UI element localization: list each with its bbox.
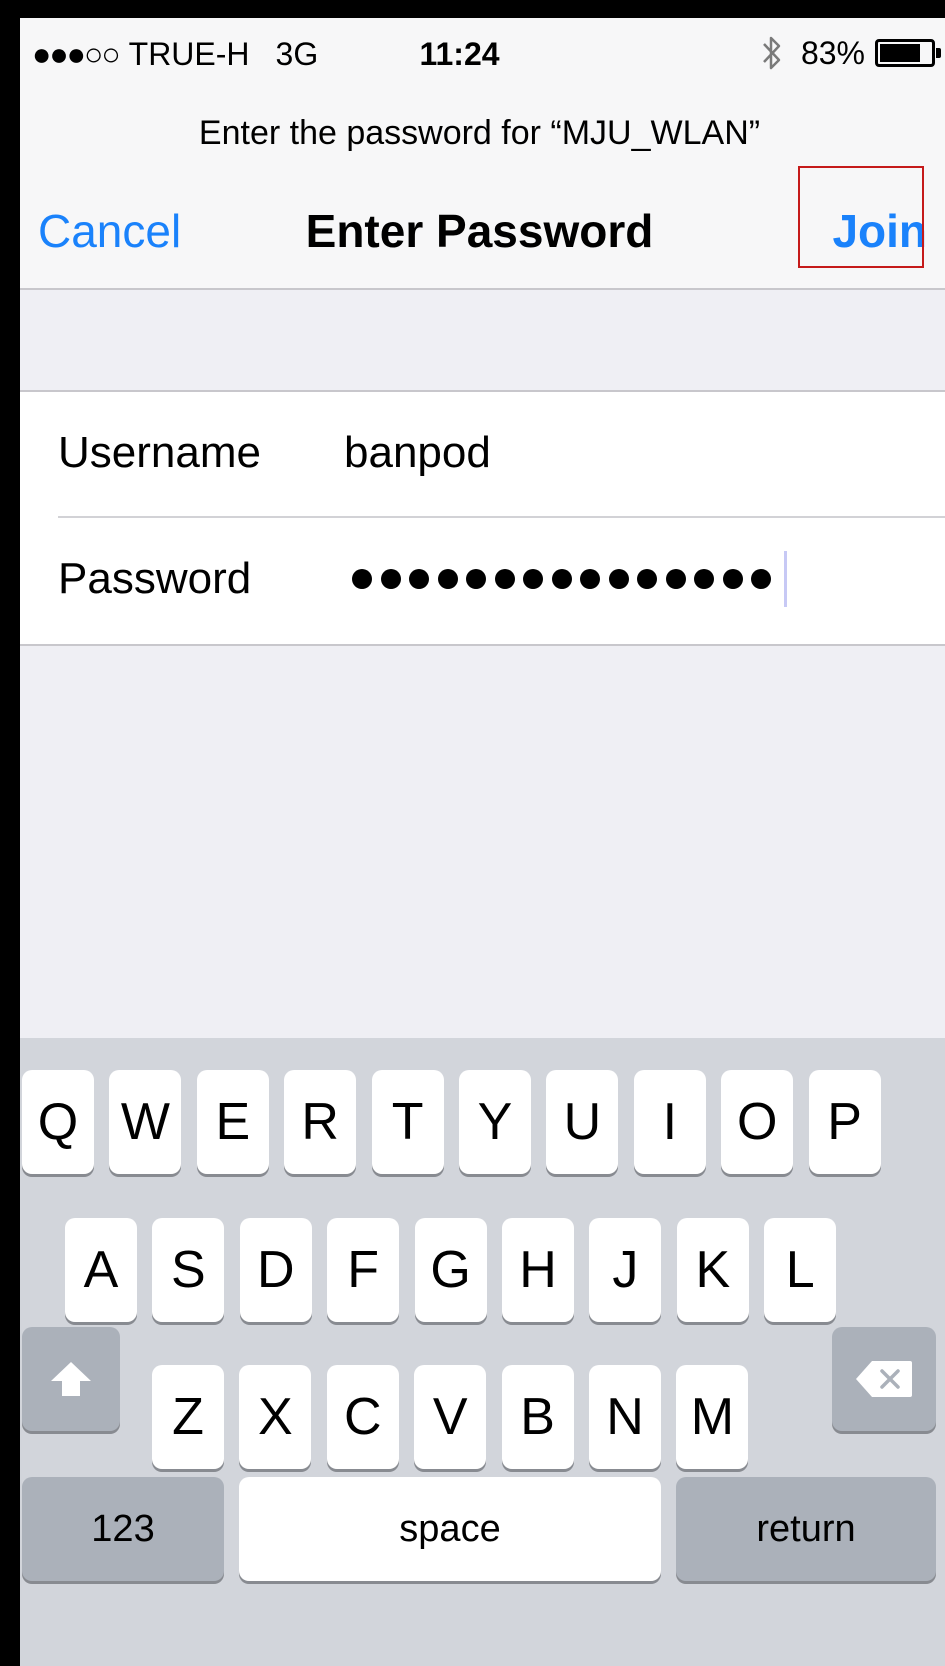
key-v[interactable]: V (414, 1365, 487, 1469)
numbers-key[interactable]: 123 (22, 1477, 224, 1581)
key-h[interactable]: H (502, 1218, 574, 1322)
battery-icon (875, 39, 941, 67)
key-u[interactable]: U (546, 1070, 619, 1174)
battery-percent: 83% (800, 34, 865, 71)
bluetooth-icon (763, 36, 781, 70)
password-mask-dot (551, 569, 572, 589)
status-right: 83% (761, 34, 941, 72)
key-j[interactable]: J (589, 1218, 662, 1322)
key-z[interactable]: Z (152, 1365, 224, 1469)
credentials-form: Username banpod Password (14, 390, 945, 646)
key-p[interactable]: P (808, 1070, 881, 1174)
key-k[interactable]: K (676, 1218, 749, 1322)
password-label: Password (58, 554, 252, 603)
key-l[interactable]: L (764, 1218, 837, 1322)
key-n[interactable]: N (589, 1365, 661, 1469)
key-r[interactable]: R (284, 1070, 357, 1174)
password-mask-dot (694, 569, 714, 589)
username-label: Username (58, 428, 261, 477)
join-highlight-box (798, 166, 924, 268)
key-a[interactable]: A (65, 1218, 137, 1322)
password-mask-dot (665, 569, 686, 589)
delete-key[interactable] (832, 1327, 936, 1431)
space-key[interactable]: space (239, 1477, 661, 1581)
top-bar: ●●●○○ TRUE-H 3G 11:24 83% Enter the passwo… (14, 12, 945, 290)
password-mask-dot (380, 569, 401, 589)
key-c[interactable]: C (326, 1365, 399, 1469)
network-prompt: Enter the password for “MJU_WLAN” (198, 114, 761, 152)
key-o[interactable]: O (721, 1070, 794, 1174)
key-d[interactable]: D (239, 1218, 312, 1322)
password-mask-dot (466, 569, 486, 589)
password-field[interactable] (352, 551, 787, 607)
password-row[interactable]: Password (14, 518, 945, 642)
battery-fill (880, 44, 921, 62)
key-s[interactable]: S (152, 1218, 225, 1322)
wifi-password-screen: ●●●○○ TRUE-H 3G 11:24 83% Enter the passwo… (14, 12, 945, 1666)
keyboard: 123 space return QWERTYUIOP ASDFGHJKL ZXCV… (14, 1038, 945, 1666)
key-m[interactable]: M (676, 1365, 749, 1469)
key-b[interactable]: B (501, 1365, 574, 1469)
key-y[interactable]: Y (459, 1070, 531, 1174)
text-caret (783, 551, 787, 607)
return-key[interactable]: return (676, 1477, 936, 1581)
key-e[interactable]: E (196, 1070, 269, 1174)
key-x[interactable]: X (239, 1365, 312, 1469)
key-g[interactable]: G (414, 1218, 487, 1322)
password-mask-dot (722, 569, 743, 589)
password-mask-dot (751, 569, 771, 589)
key-f[interactable]: F (327, 1218, 400, 1322)
shift-arrow-icon (51, 1362, 91, 1396)
key-w[interactable]: W (109, 1070, 182, 1174)
status-bar: ●●●○○ TRUE-H 3G 11:24 83% (14, 26, 945, 86)
password-mask-dot (608, 569, 629, 589)
key-q[interactable]: Q (22, 1070, 94, 1174)
backspace-icon (856, 1361, 912, 1397)
password-mask-dot (352, 569, 372, 589)
password-mask-dot (409, 569, 429, 589)
password-mask-dot (523, 569, 543, 589)
password-mask-dot (437, 569, 458, 589)
key-t[interactable]: T (371, 1070, 444, 1174)
password-mask-dot (637, 569, 657, 589)
shift-key[interactable] (22, 1327, 120, 1431)
username-field[interactable]: banpod (344, 428, 491, 478)
password-mask-dot (494, 569, 515, 589)
key-i[interactable]: I (633, 1070, 706, 1174)
username-row[interactable]: Username banpod (14, 392, 945, 518)
password-mask-dot (580, 569, 600, 589)
